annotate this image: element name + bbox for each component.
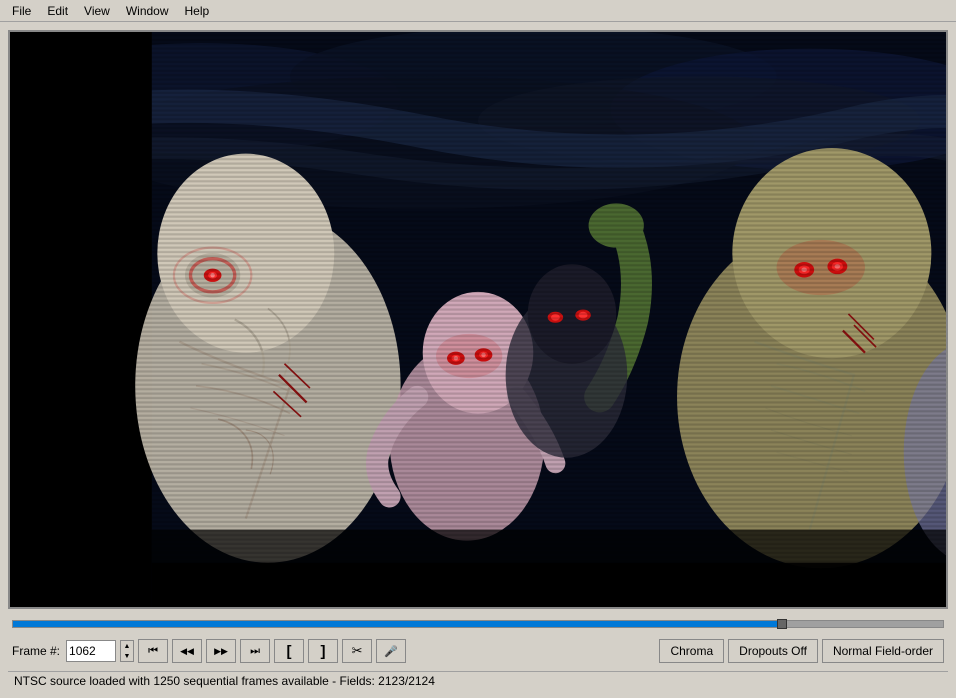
step-fwd-button[interactable]: ▶▶: [206, 639, 236, 663]
statusbar: NTSC source loaded with 1250 sequential …: [8, 671, 948, 690]
frame-input[interactable]: [66, 640, 116, 662]
cut-icon: ✂: [352, 643, 363, 659]
mic-button[interactable]: 🎤: [376, 639, 406, 663]
cut-button[interactable]: ✂: [342, 639, 372, 663]
field-order-button[interactable]: Normal Field-order: [822, 639, 944, 663]
main-area: Frame #: ▲ ▼ ⏮ ◀◀ ▶▶ ⏭ [: [0, 22, 956, 698]
menu-file[interactable]: File: [4, 2, 39, 20]
mark-in-icon: [: [287, 643, 292, 660]
to-end-button[interactable]: ⏭: [240, 639, 270, 663]
dropouts-button[interactable]: Dropouts Off: [728, 639, 818, 663]
menubar: File Edit View Window Help: [0, 0, 956, 22]
mark-out-button[interactable]: ]: [308, 639, 338, 663]
controls-row: Frame #: ▲ ▼ ⏮ ◀◀ ▶▶ ⏭ [: [8, 637, 948, 665]
step-back-icon: ◀◀: [180, 646, 194, 657]
menu-window[interactable]: Window: [118, 2, 177, 20]
frame-spinner-down[interactable]: ▼: [121, 651, 133, 661]
menu-view[interactable]: View: [76, 2, 118, 20]
to-start-button[interactable]: ⏮: [138, 639, 168, 663]
video-frame: [10, 32, 946, 607]
to-end-icon: ⏭: [250, 645, 260, 658]
step-fwd-icon: ▶▶: [214, 646, 228, 657]
menu-help[interactable]: Help: [177, 2, 218, 20]
menu-edit[interactable]: Edit: [39, 2, 76, 20]
mic-icon: 🎤: [384, 645, 398, 658]
mark-out-icon: ]: [321, 643, 326, 660]
step-back-button[interactable]: ◀◀: [172, 639, 202, 663]
seekbar[interactable]: [12, 620, 944, 628]
controls-area: Frame #: ▲ ▼ ⏮ ◀◀ ▶▶ ⏭ [: [8, 615, 948, 665]
chroma-button[interactable]: Chroma: [659, 639, 724, 663]
status-text: NTSC source loaded with 1250 sequential …: [14, 674, 435, 688]
seekbar-row: [8, 615, 948, 633]
frame-spinner[interactable]: ▲ ▼: [120, 640, 134, 662]
mark-in-button[interactable]: [: [274, 639, 304, 663]
video-container: [8, 30, 948, 609]
to-start-icon: ⏮: [148, 645, 158, 658]
frame-spinner-up[interactable]: ▲: [121, 641, 133, 651]
frame-label: Frame #:: [12, 644, 60, 658]
